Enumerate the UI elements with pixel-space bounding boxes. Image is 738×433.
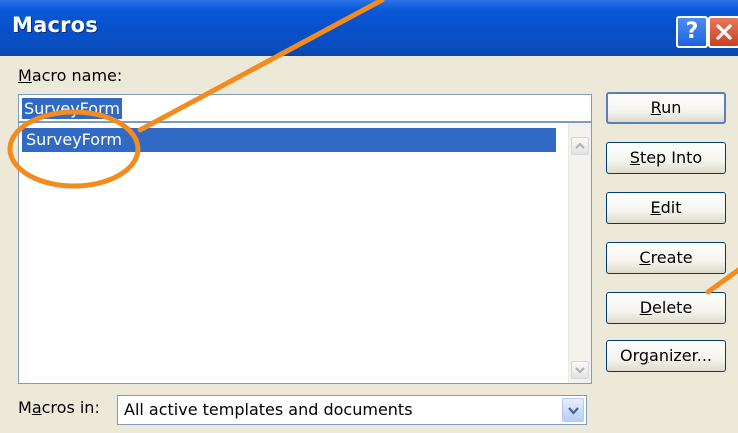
dropdown-arrow-icon xyxy=(568,407,579,415)
run-button[interactable]: Run xyxy=(606,92,726,124)
title-bar[interactable]: Macros ? xyxy=(0,0,738,56)
macros-in-label: Macros in: xyxy=(18,398,100,417)
macro-name-value: SurveyForm xyxy=(22,98,122,119)
macro-list[interactable]: SurveyForm xyxy=(18,122,592,384)
delete-button[interactable]: Delete xyxy=(606,292,726,324)
dropdown-button[interactable] xyxy=(562,398,584,422)
edit-button[interactable]: Edit xyxy=(606,192,726,224)
close-icon xyxy=(716,24,732,40)
macros-in-dropdown[interactable]: All active templates and documents xyxy=(117,395,587,425)
scroll-up-icon xyxy=(575,142,585,149)
organizer-button[interactable]: Organizer... xyxy=(606,340,726,372)
macros-in-value: All active templates and documents xyxy=(124,400,413,419)
macros-dialog: Macros ? Macro name: SurveyForm SurveyFo… xyxy=(0,0,738,433)
help-button[interactable]: ? xyxy=(676,16,708,48)
step-into-button[interactable]: Step Into xyxy=(606,142,726,174)
window-title: Macros xyxy=(12,13,98,37)
macro-name-input[interactable]: SurveyForm xyxy=(18,94,592,122)
scroll-up-button[interactable] xyxy=(571,137,589,155)
vertical-scrollbar[interactable] xyxy=(568,123,591,383)
scroll-down-icon xyxy=(575,367,585,374)
list-item[interactable]: SurveyForm xyxy=(22,128,556,152)
scroll-down-button[interactable] xyxy=(571,361,589,379)
create-button[interactable]: Create xyxy=(606,242,726,274)
close-button[interactable] xyxy=(708,16,738,48)
macro-name-label: Macro name: xyxy=(18,66,123,85)
help-icon: ? xyxy=(685,19,699,44)
